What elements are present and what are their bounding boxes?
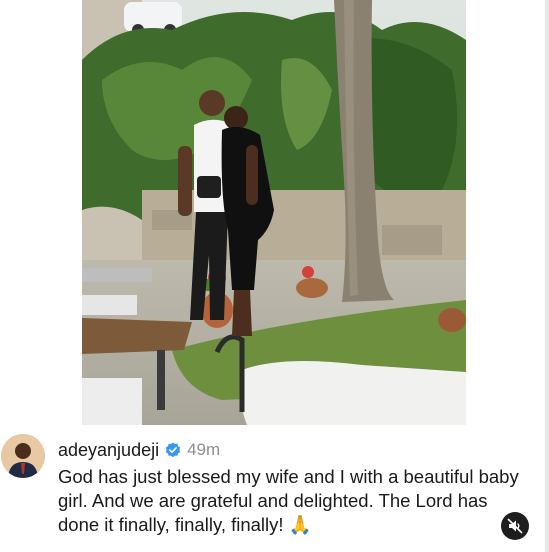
praying-hands-emoji: 🙏	[288, 514, 312, 535]
profile-picture-icon	[1, 434, 45, 478]
verified-badge-icon	[165, 442, 181, 458]
avatar[interactable]	[1, 434, 45, 478]
username-link[interactable]: adeyanjudeji	[58, 440, 159, 461]
post-media-photo[interactable]	[82, 0, 466, 425]
couple-garden-photo	[82, 0, 466, 425]
mute-toggle-button[interactable]	[501, 512, 529, 540]
post-caption: God has just blessed my wife and I with …	[58, 465, 528, 537]
post-header: adeyanjudeji 49m	[58, 438, 220, 462]
muted-speaker-icon	[507, 518, 523, 534]
screen-edge-divider	[545, 0, 549, 552]
post-timestamp: 49m	[187, 440, 221, 459]
